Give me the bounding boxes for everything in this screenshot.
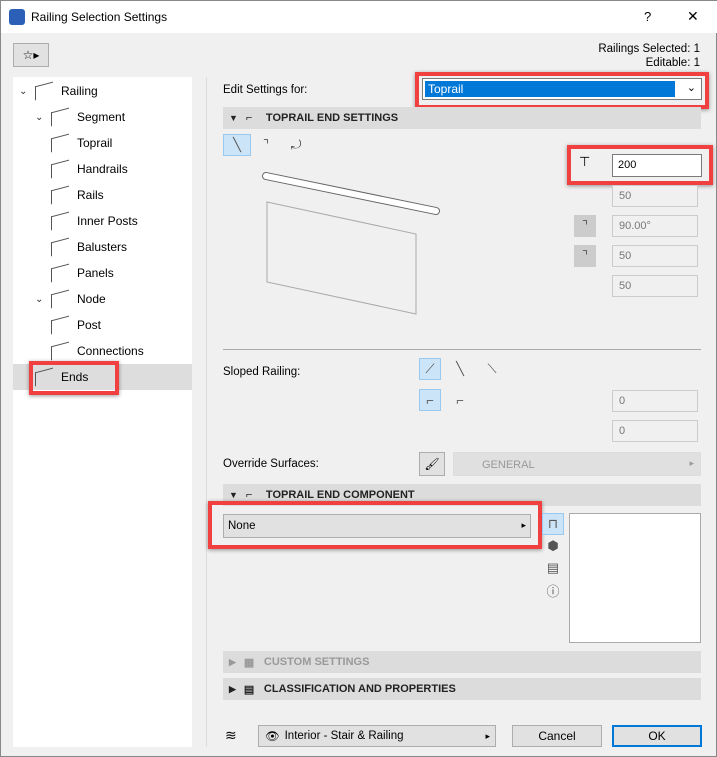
end-type-straight-icon[interactable]: ╲ <box>223 134 251 156</box>
railing-part-icon <box>51 211 69 231</box>
railing-part-icon <box>51 237 69 257</box>
slope-end-2-icon[interactable]: ⌐ <box>449 389 471 411</box>
view-dropdown[interactable]: 👁 Interior - Stair & Railing ▸ <box>258 725 496 747</box>
end-type-bend-icon[interactable]: ⌝ <box>255 134 277 156</box>
title-bar: Railing Selection Settings ? ✕ <box>1 1 717 33</box>
sloped-railing-label: Sloped Railing: <box>223 366 301 378</box>
railing-part-icon <box>51 315 69 335</box>
tree-item-toprail[interactable]: Toprail <box>51 133 112 153</box>
component-preview <box>569 513 701 643</box>
slope-field-1: 0 <box>612 390 698 412</box>
settings-tree: ⌄ Railing ⌄ Segment Toprail Handrails Rails Inn… <box>13 77 192 747</box>
tree-item-label: Balusters <box>77 240 128 254</box>
toprail-preview <box>262 172 440 315</box>
tree-item-label: Segment <box>77 110 126 124</box>
tree-item-segment[interactable]: ⌄ Segment <box>35 107 125 127</box>
component-dropdown[interactable]: None ▸ <box>223 514 531 538</box>
railings-selected: Railings Selected: 1 <box>598 43 700 55</box>
railing-part-icon <box>51 159 69 179</box>
tree-item-label: Ends <box>61 370 89 384</box>
close-button[interactable]: ✕ <box>687 8 699 25</box>
railing-part-icon <box>51 289 69 309</box>
length-field[interactable]: 200 <box>612 154 702 177</box>
ok-button[interactable]: OK <box>612 725 702 747</box>
tree-item-balusters[interactable]: Balusters <box>51 237 127 257</box>
tree-item-inner-posts[interactable]: Inner Posts <box>51 211 138 231</box>
slope-option-1-icon[interactable]: ⟋ <box>419 358 441 380</box>
help-button[interactable]: ? <box>644 9 651 24</box>
bend-angle-icon: ⌝ <box>574 215 596 237</box>
edit-settings-label: Edit Settings for: <box>223 84 308 96</box>
tree-item-label: Rails <box>77 188 104 202</box>
tree-item-label: Panels <box>77 266 114 280</box>
bend-height-icon: ⌝ <box>574 245 596 267</box>
railing-part-icon <box>51 133 69 153</box>
length-icon: ⊤ <box>579 154 591 169</box>
railing-part-icon <box>35 81 53 101</box>
railing-part-icon <box>51 341 69 361</box>
tree-item-rails[interactable]: Rails <box>51 185 104 205</box>
height-field: 50 <box>612 245 698 267</box>
surface-dropdown: GENERAL ▸ <box>453 452 701 476</box>
end-type-return-icon[interactable]: ⤾ <box>285 134 307 156</box>
tree-item-handrails[interactable]: Handrails <box>51 159 128 179</box>
layers-icon: ≋ <box>225 727 237 743</box>
edit-settings-dropdown[interactable]: Toprail ⌄ <box>422 78 702 100</box>
tree-item-panels[interactable]: Panels <box>51 263 114 283</box>
chevron-down-icon: ⌄ <box>686 82 696 94</box>
info-icon[interactable]: ⓘ <box>542 579 564 601</box>
override-surfaces-label: Override Surfaces: <box>223 458 319 470</box>
editable-count: Editable: 1 <box>645 57 700 69</box>
tree-item-label: Inner Posts <box>77 214 138 228</box>
chevron-down-icon[interactable]: ⌄ <box>19 86 31 97</box>
tree-item-label: Toprail <box>77 136 113 150</box>
section-view-icon[interactable]: ▤ <box>542 557 564 579</box>
window-title: Railing Selection Settings <box>31 10 168 24</box>
radius-field: 50 <box>612 185 698 207</box>
tree-item-railing[interactable]: ⌄ Railing <box>19 81 98 101</box>
tree-item-connections[interactable]: Connections <box>51 341 144 361</box>
favorites-button[interactable]: ☆▸ <box>13 43 49 67</box>
toprail-end-component-header[interactable]: ▼ ⌐ TOPRAIL END COMPONENT <box>223 484 701 506</box>
railing-part-icon <box>51 263 69 283</box>
separator <box>223 349 701 350</box>
offset-field: 50 <box>612 275 698 297</box>
railing-part-icon <box>51 107 69 127</box>
cancel-button[interactable]: Cancel <box>512 725 602 747</box>
chevron-down-icon[interactable]: ⌄ <box>35 112 47 123</box>
3d-view-icon[interactable]: ⬢ <box>542 535 564 557</box>
railing-part-icon <box>51 185 69 205</box>
slope-end-1-icon[interactable]: ⌐ <box>419 389 441 411</box>
classification-header[interactable]: ▶ ▤ CLASSIFICATION AND PROPERTIES <box>223 678 701 700</box>
custom-settings-header: ▶ ▦ CUSTOM SETTINGS <box>223 651 701 673</box>
tree-item-label: Connections <box>77 344 144 358</box>
tree-item-ends[interactable]: Ends <box>13 364 192 390</box>
slope-option-2-icon[interactable]: ╲ <box>449 358 471 380</box>
toprail-end-settings-header[interactable]: ▼ ⌐ TOPRAIL END SETTINGS <box>223 107 701 129</box>
slope-option-3-icon[interactable]: ⟍ <box>481 358 503 380</box>
eye-icon: 👁 <box>265 731 280 743</box>
angle-field: 90.00° <box>612 215 698 237</box>
plan-view-icon[interactable]: ⊓ <box>542 513 564 535</box>
slope-field-2: 0 <box>612 420 698 442</box>
override-surfaces-brush-button[interactable]: 🖌 <box>419 452 445 476</box>
chevron-down-icon[interactable]: ⌄ <box>35 294 47 305</box>
railing-part-icon <box>35 367 53 387</box>
tree-item-label: Node <box>77 292 106 306</box>
tree-item-label: Handrails <box>77 162 128 176</box>
tree-item-label: Post <box>77 318 102 332</box>
tree-item-node[interactable]: ⌄ Node <box>35 289 106 309</box>
tree-item-label: Railing <box>61 84 98 98</box>
tree-item-post[interactable]: Post <box>51 315 101 335</box>
app-icon <box>9 9 25 25</box>
divider <box>206 77 207 747</box>
